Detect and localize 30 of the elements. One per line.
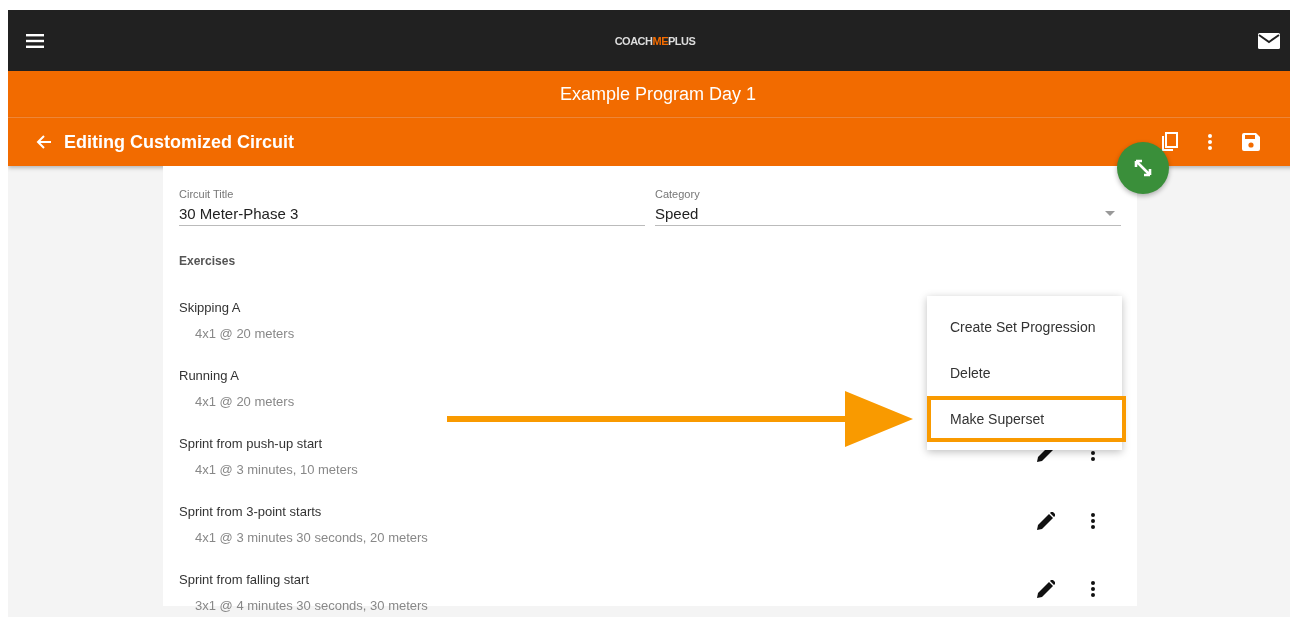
exercise-name: Sprint from push-up start — [179, 436, 323, 451]
menu-item[interactable]: Make Superset — [927, 396, 1126, 442]
exercises-heading: Exercises — [179, 254, 237, 268]
copy-icon[interactable] — [1160, 132, 1178, 152]
exercise-detail: 4x1 @ 3 minutes 30 seconds, 20 meters — [195, 530, 428, 545]
logo: COACHMEPLUS — [614, 34, 696, 47]
edit-icon[interactable] — [1037, 580, 1055, 598]
dropdown-caret-icon — [1105, 211, 1115, 216]
expand-icon — [1133, 158, 1153, 178]
toolbar-title: Editing Customized Circuit — [64, 131, 294, 153]
exercise-name: Sprint from falling start — [179, 572, 310, 587]
category-select[interactable]: Category Speed — [655, 188, 1121, 226]
exercise-detail: 3x1 @ 4 minutes 30 seconds, 30 meters — [195, 598, 428, 613]
save-icon[interactable] — [1242, 133, 1260, 151]
exercise-name: Running A — [179, 368, 239, 383]
edit-icon[interactable] — [1037, 512, 1055, 530]
back-arrow-icon[interactable] — [36, 134, 52, 150]
exercise-detail: 4x1 @ 20 meters — [195, 326, 295, 341]
menu-icon[interactable] — [26, 33, 44, 48]
more-vert-icon[interactable] — [1091, 513, 1095, 529]
program-title: Example Program Day 1 — [559, 83, 757, 105]
menu-item[interactable]: Delete — [927, 350, 1122, 396]
exercise-detail: 4x1 @ 20 meters — [195, 394, 295, 409]
exercise-name: Skipping A — [179, 300, 241, 315]
menu-item[interactable]: Create Set Progression — [927, 304, 1122, 350]
exercise-name: Sprint from 3-point starts — [179, 504, 322, 519]
more-vert-icon[interactable] — [1091, 581, 1095, 597]
mail-icon[interactable] — [1258, 32, 1280, 49]
circuit-title-field[interactable]: Circuit Title 30 Meter-Phase 3 — [179, 188, 645, 226]
exercise-detail: 4x1 @ 3 minutes, 10 meters — [195, 462, 358, 477]
